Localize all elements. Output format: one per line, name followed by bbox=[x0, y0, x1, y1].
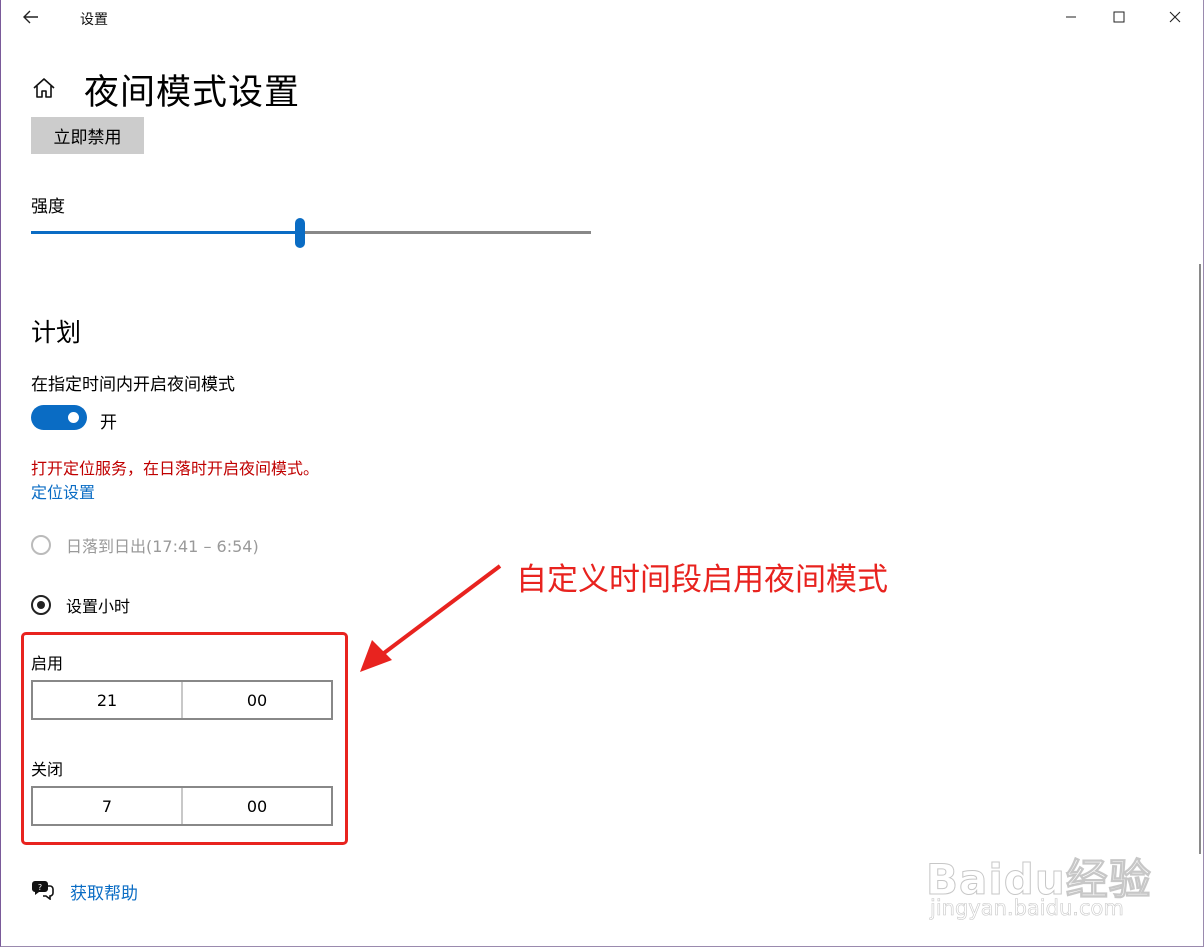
strength-slider[interactable] bbox=[31, 218, 591, 248]
home-icon bbox=[33, 78, 55, 98]
annotation-highlight-box bbox=[21, 632, 348, 845]
help-chat-icon: ? bbox=[32, 881, 54, 900]
title-bar: 设置 bbox=[0, 0, 1204, 34]
radio-set-hours[interactable]: 设置小时 bbox=[31, 592, 130, 618]
back-arrow-icon bbox=[23, 10, 38, 24]
scrollbar[interactable] bbox=[1199, 264, 1201, 854]
close-icon bbox=[1169, 11, 1181, 23]
radio-hours-label: 设置小时 bbox=[66, 597, 131, 616]
slider-thumb[interactable] bbox=[294, 218, 305, 248]
strength-label: 强度 bbox=[31, 197, 65, 217]
radio-button-sunset[interactable] bbox=[31, 535, 51, 555]
disable-now-button[interactable]: 立即禁用 bbox=[31, 117, 144, 154]
radio-button-hours[interactable] bbox=[31, 595, 51, 615]
radio-sunset-to-sunrise[interactable]: 日落到日出(17:41 – 6:54) bbox=[31, 532, 259, 558]
home-button[interactable] bbox=[30, 74, 58, 102]
location-settings-link[interactable]: 定位设置 bbox=[31, 479, 95, 503]
radio-sunset-label: 日落到日出(17:41 – 6:54) bbox=[66, 537, 259, 556]
annotation-text: 自定义时间段启用夜间模式 bbox=[516, 562, 888, 598]
close-button[interactable] bbox=[1152, 0, 1198, 34]
schedule-label: 在指定时间内开启夜间模式 bbox=[31, 375, 235, 395]
minimize-button[interactable] bbox=[1048, 0, 1094, 34]
schedule-section-title: 计划 bbox=[31, 318, 82, 347]
schedule-toggle[interactable] bbox=[31, 405, 87, 430]
maximize-button[interactable] bbox=[1096, 0, 1142, 34]
annotation-arrow bbox=[360, 564, 502, 672]
toggle-knob bbox=[68, 412, 79, 423]
slider-fill bbox=[31, 231, 300, 234]
get-help-link[interactable]: 获取帮助 bbox=[70, 879, 138, 904]
maximize-icon bbox=[1113, 11, 1125, 23]
app-title: 设置 bbox=[80, 12, 108, 28]
page-title: 夜间模式设置 bbox=[84, 73, 301, 113]
location-warning: 打开定位服务，在日落时开启夜间模式。 bbox=[31, 459, 320, 478]
baidu-watermark: Baidu经验 jingyan.baidu.com bbox=[920, 820, 1152, 921]
watermark-url: jingyan.baidu.com bbox=[930, 896, 1124, 921]
minimize-icon bbox=[1066, 16, 1076, 18]
svg-text:?: ? bbox=[38, 883, 42, 892]
toggle-state-label: 开 bbox=[100, 413, 117, 433]
back-button[interactable] bbox=[14, 2, 48, 32]
